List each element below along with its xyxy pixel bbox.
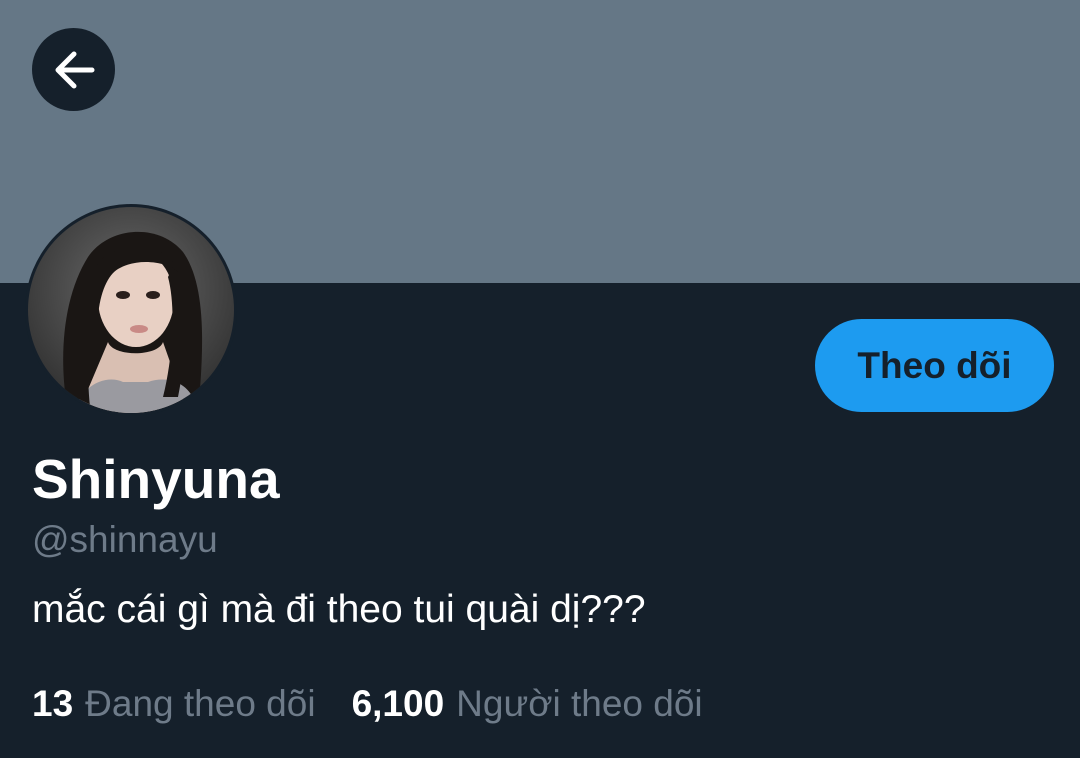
- followers-count: 6,100: [351, 683, 445, 724]
- following-label: Đang theo dõi: [85, 683, 316, 724]
- profile-stats: 13 Đang theo dõi 6,100 Người theo dõi: [32, 680, 703, 728]
- followers-stat[interactable]: 6,100 Người theo dõi: [352, 680, 703, 728]
- back-button[interactable]: [32, 28, 115, 111]
- user-handle: @shinnayu: [32, 519, 218, 560]
- arrow-left-icon: [52, 50, 96, 90]
- follow-button-label: Theo dõi: [857, 344, 1012, 386]
- avatar: [28, 207, 234, 413]
- followers-label: Người theo dõi: [456, 683, 703, 724]
- follow-button[interactable]: Theo dõi: [815, 319, 1054, 412]
- avatar-ring[interactable]: [25, 204, 237, 416]
- profile-page: Theo dõi Shinyuna @shinnayu mắc cái gì m…: [0, 0, 1080, 758]
- following-stat[interactable]: 13 Đang theo dõi: [32, 680, 316, 728]
- following-count: 13: [32, 683, 74, 724]
- display-name: Shinyuna: [32, 448, 280, 510]
- profile-bio: mắc cái gì mà đi theo tui quài dị???: [32, 588, 646, 631]
